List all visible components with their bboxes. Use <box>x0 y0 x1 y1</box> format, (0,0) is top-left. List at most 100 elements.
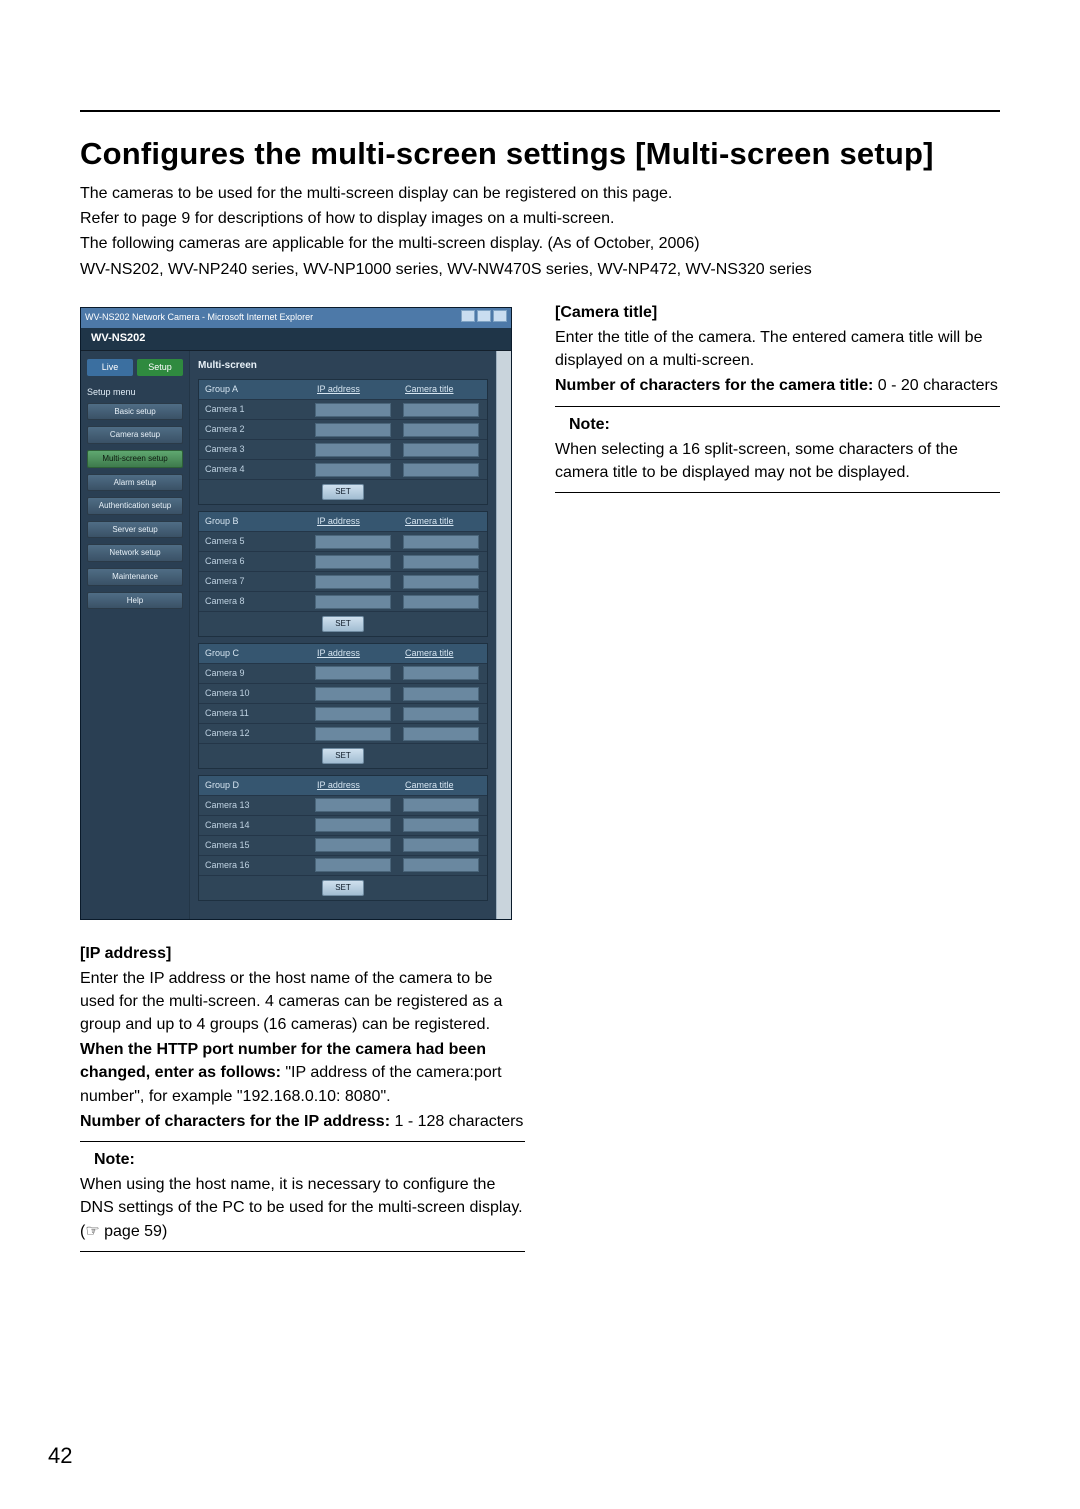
group-header: Group AIP addressCamera title <box>199 380 487 399</box>
sidebar-item-basic-setup[interactable]: Basic setup <box>87 403 183 421</box>
camera-row: Camera 10 <box>199 683 487 703</box>
sidebar-item-camera-setup[interactable]: Camera setup <box>87 426 183 444</box>
ip-address-input[interactable] <box>315 443 391 457</box>
group-header: Group DIP addressCamera title <box>199 776 487 795</box>
ip-address-input[interactable] <box>315 595 391 609</box>
group-header: Group CIP addressCamera title <box>199 644 487 663</box>
camera-title-input[interactable] <box>403 818 479 832</box>
panel-title: Multi-screen <box>198 359 488 374</box>
camera-row: Camera 4 <box>199 459 487 479</box>
tab-setup[interactable]: Setup <box>137 359 183 376</box>
column-ip-address[interactable]: IP address <box>311 644 399 663</box>
ip-address-input[interactable] <box>315 707 391 721</box>
camera-row-label: Camera 7 <box>199 572 311 591</box>
sidebar-item-network-setup[interactable]: Network setup <box>87 544 183 562</box>
group-name: Group A <box>199 380 311 399</box>
sidebar-item-maintenance[interactable]: Maintenance <box>87 568 183 586</box>
camera-title-input[interactable] <box>403 555 479 569</box>
camera-row: Camera 16 <box>199 855 487 875</box>
set-button[interactable]: SET <box>322 616 364 632</box>
ip-address-input[interactable] <box>315 463 391 477</box>
scrollbar[interactable] <box>496 351 511 919</box>
ip-address-input[interactable] <box>315 666 391 680</box>
camera-row-label: Camera 2 <box>199 420 311 439</box>
camera-row-label: Camera 14 <box>199 816 311 835</box>
ip-address-input[interactable] <box>315 818 391 832</box>
ip-address-char-limit-value: 1 - 128 characters <box>394 1113 523 1130</box>
camera-title-char-limit-lead: Number of characters for the camera titl… <box>555 377 878 394</box>
camera-row-label: Camera 5 <box>199 532 311 551</box>
camera-row: Camera 8 <box>199 591 487 611</box>
sidebar-item-alarm-setup[interactable]: Alarm setup <box>87 474 183 492</box>
ip-address-input[interactable] <box>315 727 391 741</box>
note-body: When using the host name, it is necessar… <box>80 1173 525 1243</box>
camera-title-input[interactable] <box>403 535 479 549</box>
column-camera-title[interactable]: Camera title <box>399 512 487 531</box>
camera-row-label: Camera 3 <box>199 440 311 459</box>
camera-title-input[interactable] <box>403 707 479 721</box>
camera-row-label: Camera 9 <box>199 664 311 683</box>
set-button[interactable]: SET <box>322 484 364 500</box>
camera-title-input[interactable] <box>403 575 479 589</box>
set-button[interactable]: SET <box>322 748 364 764</box>
intro-line: The following cameras are applicable for… <box>80 232 1000 255</box>
camera-row: Camera 14 <box>199 815 487 835</box>
camera-row-label: Camera 6 <box>199 552 311 571</box>
sidebar-item-multi-screen-setup[interactable]: Multi-screen setup <box>87 450 183 468</box>
camera-title-input[interactable] <box>403 798 479 812</box>
ip-address-input[interactable] <box>315 535 391 549</box>
camera-row: Camera 15 <box>199 835 487 855</box>
note-label: Note: <box>569 413 1000 436</box>
ip-address-input[interactable] <box>315 838 391 852</box>
column-camera-title[interactable]: Camera title <box>399 644 487 663</box>
camera-title-input[interactable] <box>403 687 479 701</box>
column-camera-title[interactable]: Camera title <box>399 380 487 399</box>
tab-live[interactable]: Live <box>87 359 133 376</box>
camera-title-input[interactable] <box>403 666 479 680</box>
camera-row: Camera 6 <box>199 551 487 571</box>
column-ip-address[interactable]: IP address <box>311 512 399 531</box>
intro-line: The cameras to be used for the multi-scr… <box>80 182 1000 205</box>
camera-title-char-limit: Number of characters for the camera titl… <box>555 374 1000 397</box>
ip-address-input[interactable] <box>315 555 391 569</box>
brand-bar: WV-NS202 <box>81 328 511 351</box>
camera-title-input[interactable] <box>403 858 479 872</box>
group-name: Group C <box>199 644 311 663</box>
column-ip-address[interactable]: IP address <box>311 380 399 399</box>
sidebar: Live Setup Setup menu Basic setup Camera… <box>81 351 190 919</box>
set-button[interactable]: SET <box>322 880 364 896</box>
camera-row: Camera 9 <box>199 663 487 683</box>
camera-title-input[interactable] <box>403 595 479 609</box>
camera-title-input[interactable] <box>403 443 479 457</box>
ip-address-input[interactable] <box>315 423 391 437</box>
camera-row: Camera 11 <box>199 703 487 723</box>
sidebar-item-server-setup[interactable]: Server setup <box>87 521 183 539</box>
ip-address-input[interactable] <box>315 858 391 872</box>
page-title: Configures the multi-screen settings [Mu… <box>80 136 1000 172</box>
column-camera-title[interactable]: Camera title <box>399 776 487 795</box>
ip-address-input[interactable] <box>315 798 391 812</box>
ip-address-input[interactable] <box>315 687 391 701</box>
camera-title-input[interactable] <box>403 463 479 477</box>
camera-title-char-limit-value: 0 - 20 characters <box>878 377 998 394</box>
window-titlebar: WV-NS202 Network Camera - Microsoft Inte… <box>81 308 511 328</box>
sidebar-item-authentication-setup[interactable]: Authentication setup <box>87 497 183 515</box>
camera-row-label: Camera 1 <box>199 400 311 419</box>
camera-title-input[interactable] <box>403 423 479 437</box>
camera-row-label: Camera 10 <box>199 684 311 703</box>
column-ip-address[interactable]: IP address <box>311 776 399 795</box>
ip-address-input[interactable] <box>315 575 391 589</box>
camera-title-input[interactable] <box>403 403 479 417</box>
camera-title-input[interactable] <box>403 727 479 741</box>
camera-row-label: Camera 4 <box>199 460 311 479</box>
camera-row: Camera 7 <box>199 571 487 591</box>
group-block: Group BIP addressCamera titleCamera 5Cam… <box>198 511 488 637</box>
camera-row: Camera 13 <box>199 795 487 815</box>
ip-address-input[interactable] <box>315 403 391 417</box>
sidebar-item-help[interactable]: Help <box>87 592 183 610</box>
ip-address-http-note: When the HTTP port number for the camera… <box>80 1038 525 1108</box>
camera-row: Camera 5 <box>199 531 487 551</box>
camera-title-input[interactable] <box>403 838 479 852</box>
camera-row-label: Camera 13 <box>199 796 311 815</box>
camera-title-desc: Enter the title of the camera. The enter… <box>555 326 1000 372</box>
